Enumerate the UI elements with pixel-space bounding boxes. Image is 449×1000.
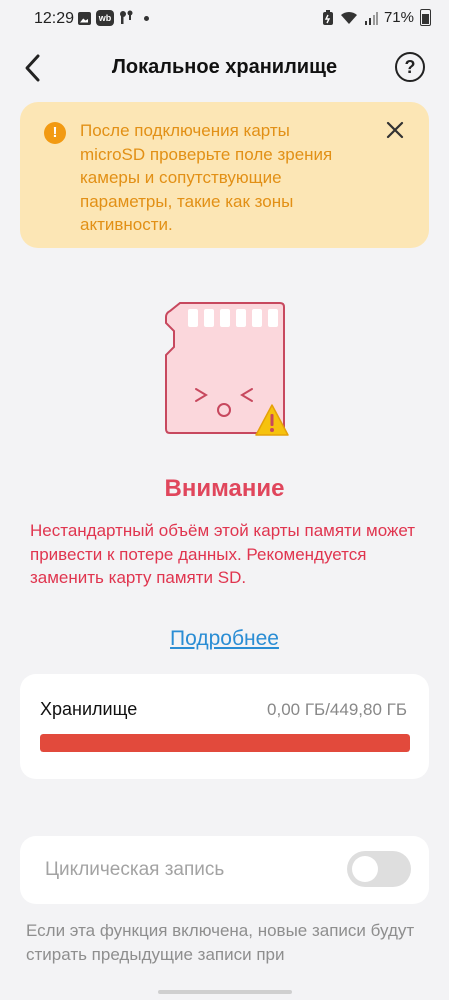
storage-progress-bar <box>40 734 410 752</box>
status-bar: 12:29 wb 71% <box>0 0 449 38</box>
close-icon <box>386 121 404 139</box>
battery-percent: 71% <box>383 9 414 26</box>
toggle-knob <box>352 856 378 882</box>
help-button[interactable]: ? <box>395 52 425 82</box>
storage-progress-fill <box>40 734 410 752</box>
loop-recording-description: Если эта функция включена, новые записи … <box>26 921 415 964</box>
wb-app-icon: wb <box>96 10 114 26</box>
loop-recording-toggle[interactable] <box>347 851 411 887</box>
banner-text: После подключения карты microSD проверьт… <box>80 121 333 234</box>
learn-more-link[interactable]: Подробнее <box>0 627 449 651</box>
home-indicator[interactable] <box>158 990 292 994</box>
app-header: Локальное хранилище ? <box>0 40 449 96</box>
page-title: Локальное хранилище <box>111 56 338 78</box>
loop-recording-card: Циклическая запись <box>20 836 429 904</box>
question-circle-icon: ? <box>404 57 416 77</box>
gallery-icon <box>78 11 91 25</box>
status-time: 12:29 <box>34 10 75 27</box>
bluetooth-earbuds-icon <box>120 10 133 24</box>
battery-saver-icon <box>322 9 333 25</box>
battery-icon <box>420 9 431 26</box>
wifi-icon <box>340 11 357 24</box>
storage-card: Хранилище 0,00 ГБ/449,80 ГБ <box>20 674 429 779</box>
attention-title: Внимание <box>164 475 285 502</box>
signal-icon <box>364 11 378 25</box>
more-notifications-dot <box>144 15 149 21</box>
microsd-warning-banner: ! После подключения карты microSD провер… <box>20 102 429 248</box>
sd-card-icon <box>165 302 289 436</box>
sd-card-error-illustration <box>160 297 300 443</box>
banner-close-button[interactable] <box>383 118 407 142</box>
system-status: 71% <box>322 9 431 26</box>
notification-icons: wb <box>78 10 149 26</box>
warning-info-icon: ! <box>44 122 66 144</box>
storage-label: Хранилище <box>40 699 138 719</box>
attention-message: Нестандартный объём этой карты памяти мо… <box>30 521 416 587</box>
storage-usage-value: 0,00 ГБ/449,80 ГБ <box>267 700 407 719</box>
loop-recording-label: Циклическая запись <box>45 859 225 880</box>
